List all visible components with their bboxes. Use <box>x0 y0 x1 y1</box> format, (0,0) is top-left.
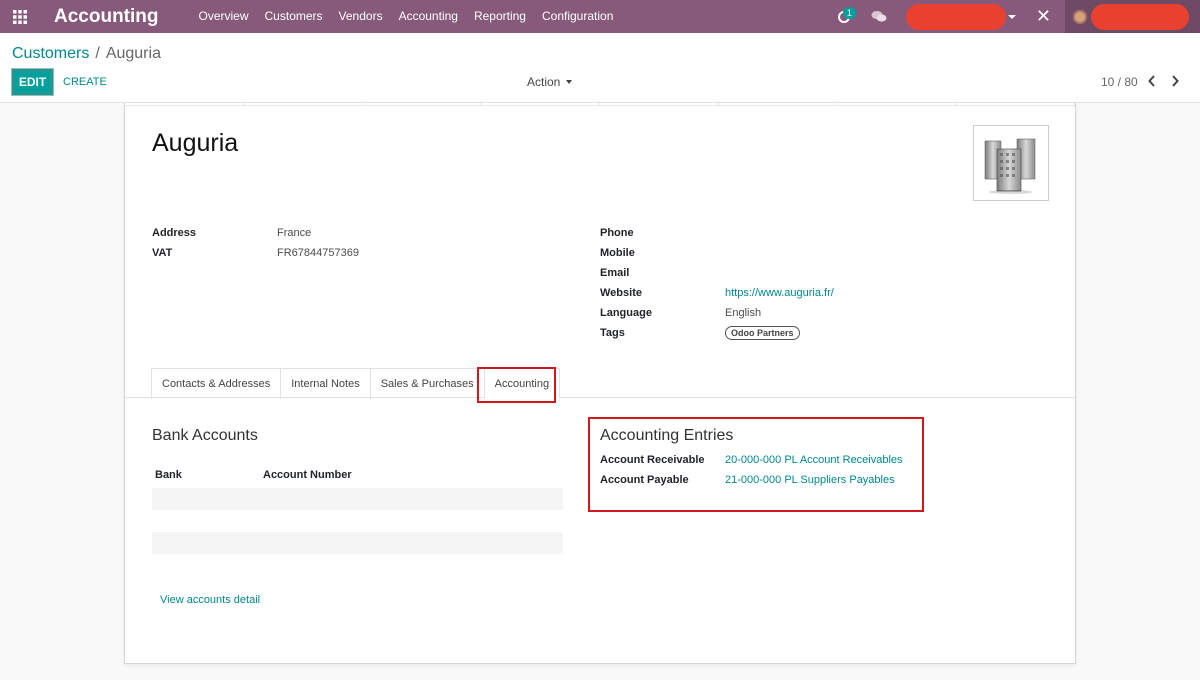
buildings-icon <box>984 138 1036 194</box>
tab-accounting[interactable]: Accounting <box>483 368 561 399</box>
breadcrumb-customers[interactable]: Customers <box>12 45 89 62</box>
account-payable-link[interactable]: 21-000-000 PL Suppliers Payables <box>725 474 895 486</box>
language-value: English <box>725 307 762 319</box>
action-label: Action <box>527 75 561 89</box>
vat-value: FR67844757369 <box>277 247 359 259</box>
menu-item-reporting[interactable]: Reporting <box>466 0 534 33</box>
control-panel: Customers / Auguria EDIT CREATE Action 10 … <box>0 33 1200 103</box>
phone-label: Phone <box>600 227 634 239</box>
smart-button-box <box>125 103 1075 106</box>
avatar <box>1073 9 1087 24</box>
user-menu[interactable] <box>1065 0 1200 33</box>
close-icon[interactable]: ✕ <box>1036 0 1051 33</box>
mobile-label: Mobile <box>600 247 635 259</box>
chat-bubbles-icon <box>871 11 887 22</box>
pager-next-button[interactable] <box>1168 73 1182 89</box>
chevron-left-icon <box>1148 75 1155 87</box>
language-label: Language <box>600 307 652 319</box>
tag-badge: Odoo Partners <box>725 326 800 340</box>
partner-name: Auguria <box>152 129 239 157</box>
user-name-redacted <box>1091 3 1189 30</box>
menu-item-customers[interactable]: Customers <box>257 0 331 33</box>
notebook-tabs: Contacts & Addresses Internal Notes Sale… <box>151 368 561 399</box>
create-button[interactable]: CREATE <box>63 76 107 88</box>
tabs-divider <box>125 397 1075 398</box>
caret-down-icon <box>566 80 573 84</box>
tab-contacts-addresses[interactable]: Contacts & Addresses <box>151 368 282 399</box>
apps-menu-icon[interactable] <box>0 0 40 33</box>
address-label: Address <box>152 227 197 239</box>
table-row <box>152 488 563 510</box>
form-sheet: Auguria Address France VAT FR67844757369… <box>124 103 1076 664</box>
action-dropdown[interactable]: Action <box>527 75 573 89</box>
view-accounts-detail-link[interactable]: View accounts detail <box>160 594 260 606</box>
activity-button[interactable]: 1 <box>830 0 858 33</box>
account-receivable-link[interactable]: 20-000-000 PL Account Receivables <box>725 454 903 466</box>
chat-icon[interactable] <box>864 0 894 33</box>
breadcrumb-current: Auguria <box>105 45 161 62</box>
grid-icon <box>13 9 27 24</box>
table-row <box>152 532 563 554</box>
partner-company-image[interactable] <box>973 125 1049 201</box>
address-value: France <box>277 227 312 239</box>
table-row <box>152 510 563 532</box>
tab-sales-purchases[interactable]: Sales & Purchases <box>369 368 485 399</box>
account-number-column-header: Account Number <box>263 469 352 481</box>
menu-item-overview[interactable]: Overview <box>191 0 257 33</box>
navbar-systray: 1 ✕ <box>830 0 1200 33</box>
breadcrumb-separator: / <box>95 45 100 62</box>
bank-column-header: Bank <box>155 469 182 481</box>
edit-button[interactable]: EDIT <box>11 68 54 96</box>
account-payable-label: Account Payable <box>600 474 689 486</box>
accounting-entries-title: Accounting Entries <box>600 427 734 444</box>
website-link[interactable]: https://www.auguria.fr/ <box>725 287 834 299</box>
vat-label: VAT <box>152 247 173 259</box>
top-navbar: Accounting Overview Customers Vendors Ac… <box>0 0 1200 33</box>
menu-item-accounting[interactable]: Accounting <box>391 0 466 33</box>
pager-value[interactable]: 10 / 80 <box>1101 75 1138 89</box>
account-receivable-label: Account Receivable <box>600 454 705 466</box>
bank-accounts-title: Bank Accounts <box>152 427 258 444</box>
tab-internal-notes[interactable]: Internal Notes <box>280 368 371 399</box>
company-switcher-redacted[interactable] <box>905 3 1006 30</box>
breadcrumb: Customers / Auguria <box>12 45 161 63</box>
menu-item-configuration[interactable]: Configuration <box>534 0 621 33</box>
website-label: Website <box>600 287 642 299</box>
main-menu: Overview Customers Vendors Accounting Re… <box>191 0 622 33</box>
pager-previous-button[interactable] <box>1145 73 1159 89</box>
menu-item-vendors[interactable]: Vendors <box>331 0 391 33</box>
tags-label: Tags <box>600 327 625 339</box>
app-name[interactable]: Accounting <box>54 6 159 28</box>
activity-count-badge: 1 <box>842 7 856 19</box>
chevron-down-icon[interactable] <box>1007 14 1016 19</box>
chevron-right-icon <box>1172 75 1179 87</box>
email-label: Email <box>600 267 630 279</box>
